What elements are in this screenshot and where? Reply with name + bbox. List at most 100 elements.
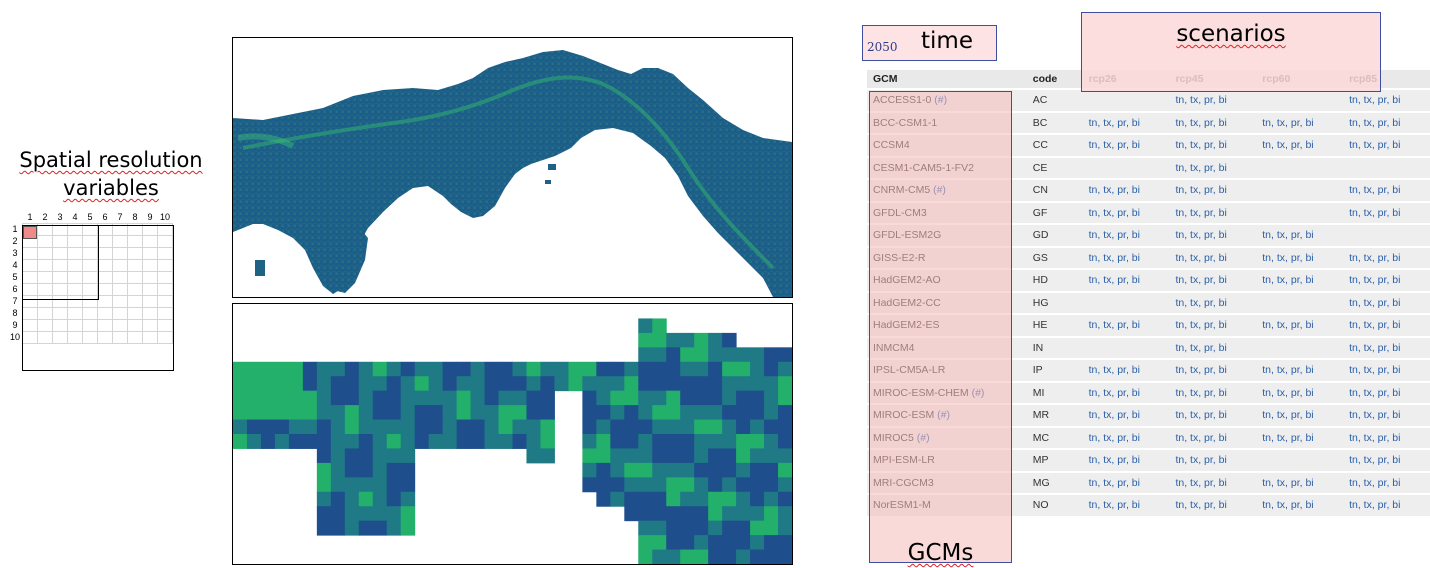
rcp45-cell[interactable]: tn, tx, pr, bi [1169,427,1257,448]
coarse-cell [638,419,653,435]
rcp26-cell[interactable]: tn, tx, pr, bi [1082,112,1170,133]
rcp26-cell[interactable]: tn, tx, pr, bi [1082,202,1170,223]
rcp26-cell[interactable]: tn, tx, pr, bi [1082,180,1170,201]
coarse-cell [386,361,402,377]
rcp60-cell[interactable]: tn, tx, pr, bi [1256,112,1344,133]
rcp45-cell[interactable]: tn, tx, pr, bi [1169,90,1257,111]
rcp60-cell[interactable]: tn, tx, pr, bi [1256,135,1344,156]
coarse-cell [400,419,416,435]
code-cell: GD [1026,225,1083,246]
coarse-cell [750,462,765,478]
rcp60-cell[interactable]: tn, tx, pr, bi [1256,405,1344,426]
rcp26-cell[interactable]: tn, tx, pr, bi [1082,495,1170,516]
coarse-cell [456,405,472,421]
code-cell: NO [1026,495,1083,516]
time-year: 2050 [867,40,898,54]
rcp60-cell[interactable]: tn, tx, pr, bi [1256,382,1344,403]
coarse-cell [610,405,625,421]
rcp45-cell[interactable]: tn, tx, pr, bi [1169,382,1257,403]
rcp26-cell[interactable]: tn, tx, pr, bi [1082,405,1170,426]
coarse-cell [708,549,723,564]
rcp85-cell[interactable]: tn, tx, pr, bi [1343,112,1430,133]
coarse-cell [666,434,681,449]
rcp26-cell[interactable]: tn, tx, pr, bi [1082,360,1170,381]
grid-cell [157,331,173,344]
rcp26-cell[interactable]: tn, tx, pr, bi [1082,315,1170,336]
rcp85-cell[interactable]: tn, tx, pr, bi [1343,495,1430,516]
rcp85-cell[interactable]: tn, tx, pr, bi [1343,180,1430,201]
rcp60-cell [1256,292,1344,313]
rcp45-cell[interactable]: tn, tx, pr, bi [1169,270,1257,291]
rcp45-cell[interactable]: tn, tx, pr, bi [1169,225,1257,246]
rcp45-cell[interactable]: tn, tx, pr, bi [1169,180,1257,201]
rcp45-cell[interactable]: tn, tx, pr, bi [1169,405,1257,426]
rcp85-cell[interactable]: tn, tx, pr, bi [1343,450,1430,471]
coarse-cell [456,390,472,406]
rcp60-cell[interactable]: tn, tx, pr, bi [1256,427,1344,448]
rcp85-cell[interactable]: tn, tx, pr, bi [1343,360,1430,381]
coarse-cell [722,520,737,536]
grid-cell [67,235,83,248]
coarse-cell [414,405,430,421]
grid-row-label: 9 [12,320,18,330]
rcp26-cell[interactable]: tn, tx, pr, bi [1082,427,1170,448]
grid-cell [97,271,113,284]
rcp45-cell[interactable]: tn, tx, pr, bi [1169,292,1257,313]
rcp60-cell[interactable]: tn, tx, pr, bi [1256,270,1344,291]
rcp26-cell[interactable]: tn, tx, pr, bi [1082,472,1170,493]
rcp85-cell[interactable]: tn, tx, pr, bi [1343,270,1430,291]
rcp26-cell[interactable]: tn, tx, pr, bi [1082,270,1170,291]
rcp60-cell[interactable]: tn, tx, pr, bi [1256,472,1344,493]
rcp26-cell[interactable]: tn, tx, pr, bi [1082,135,1170,156]
rcp45-cell[interactable]: tn, tx, pr, bi [1169,495,1257,516]
rcp45-cell[interactable]: tn, tx, pr, bi [1169,450,1257,471]
grid-cell [52,259,68,272]
rcp85-cell[interactable]: tn, tx, pr, bi [1343,337,1430,358]
rcp45-cell[interactable]: tn, tx, pr, bi [1169,360,1257,381]
coarse-cell [764,477,779,493]
rcp26-cell[interactable]: tn, tx, pr, bi [1082,450,1170,471]
grid-cell [37,259,53,272]
coarse-cell [638,332,653,348]
coarse-cell [778,376,792,392]
coarse-cell [372,390,388,406]
coarse-cell [666,477,681,493]
rcp26-cell[interactable]: tn, tx, pr, bi [1082,247,1170,268]
rcp45-cell[interactable]: tn, tx, pr, bi [1169,202,1257,223]
rcp85-cell[interactable]: tn, tx, pr, bi [1343,135,1430,156]
rcp60-cell[interactable]: tn, tx, pr, bi [1256,225,1344,246]
rcp60-cell[interactable]: tn, tx, pr, bi [1256,360,1344,381]
rcp60-cell[interactable]: tn, tx, pr, bi [1256,315,1344,336]
rcp85-cell[interactable]: tn, tx, pr, bi [1343,292,1430,313]
coarse-cell [316,448,332,464]
rcp60-cell[interactable]: tn, tx, pr, bi [1256,495,1344,516]
rcp45-cell[interactable]: tn, tx, pr, bi [1169,112,1257,133]
rcp45-cell[interactable]: tn, tx, pr, bi [1169,157,1257,178]
rcp45-cell[interactable]: tn, tx, pr, bi [1169,472,1257,493]
coarse-cell [358,491,374,507]
rcp26-cell[interactable]: tn, tx, pr, bi [1082,382,1170,403]
coarse-cell [246,390,262,406]
rcp60-cell[interactable]: tn, tx, pr, bi [1256,247,1344,268]
rcp85-cell[interactable]: tn, tx, pr, bi [1343,405,1430,426]
rcp85-cell[interactable]: tn, tx, pr, bi [1343,382,1430,403]
rcp26-cell[interactable]: tn, tx, pr, bi [1082,225,1170,246]
rcp85-cell[interactable]: tn, tx, pr, bi [1343,247,1430,268]
time-label-box: 2050 time [862,25,997,61]
coarse-cell [526,376,541,392]
rcp45-cell[interactable]: tn, tx, pr, bi [1169,247,1257,268]
rcp45-cell[interactable]: tn, tx, pr, bi [1169,135,1257,156]
coarse-cell [750,520,765,536]
coarse-cell [736,390,751,406]
coarse-cell [610,477,625,493]
rcp85-cell[interactable]: tn, tx, pr, bi [1343,315,1430,336]
rcp85-cell[interactable]: tn, tx, pr, bi [1343,90,1430,111]
rcp85-cell[interactable]: tn, tx, pr, bi [1343,202,1430,223]
coarse-cell [736,477,751,493]
coarse-cell [778,477,792,493]
coarse-cell [596,419,611,435]
rcp45-cell[interactable]: tn, tx, pr, bi [1169,315,1257,336]
rcp85-cell[interactable]: tn, tx, pr, bi [1343,427,1430,448]
rcp85-cell[interactable]: tn, tx, pr, bi [1343,472,1430,493]
rcp45-cell[interactable]: tn, tx, pr, bi [1169,337,1257,358]
